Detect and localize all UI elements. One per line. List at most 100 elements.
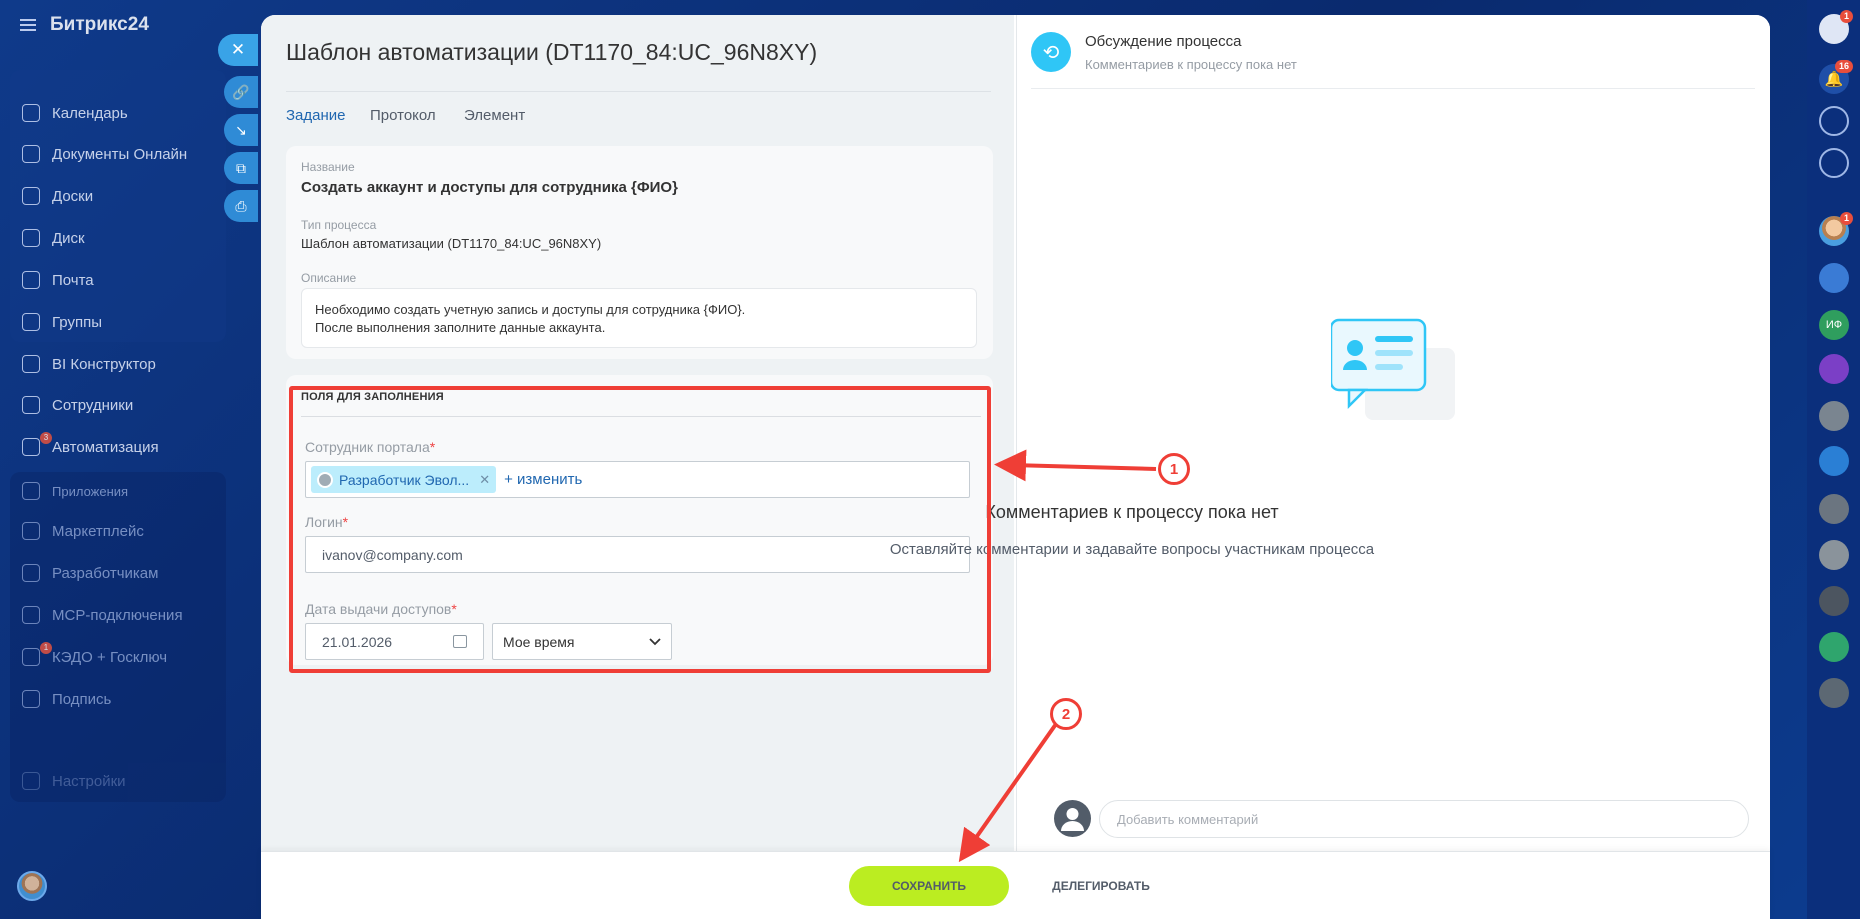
- open-new-window-button[interactable]: ⧉: [224, 152, 258, 184]
- comment-input[interactable]: Добавить комментарий: [1099, 800, 1749, 838]
- rail-chat[interactable]: [1819, 586, 1849, 616]
- nav-item-settings[interactable]: Настройки: [22, 772, 126, 790]
- nav-label: Маркетплейс: [52, 522, 144, 540]
- nav-label: Сотрудники: [52, 396, 134, 414]
- comment-placeholder: Добавить комментарий: [1117, 811, 1259, 827]
- nav-label: Почта: [52, 271, 94, 289]
- discussion-column: ⟲ Обсуждение процесса Комментариев к про…: [1016, 15, 1770, 851]
- nav-item-sign[interactable]: Подпись: [22, 690, 111, 708]
- nav-item-groups[interactable]: Группы: [22, 313, 102, 331]
- rail-button-1[interactable]: [1819, 106, 1849, 136]
- rail-avatar[interactable]: 1: [1819, 212, 1853, 246]
- nav-item-docs[interactable]: Документы Онлайн: [22, 145, 187, 163]
- task-info-card: Название Создать аккаунт и доступы для с…: [286, 146, 993, 359]
- disk-icon: [22, 229, 40, 247]
- close-slider-button[interactable]: ✕: [218, 34, 258, 66]
- save-button[interactable]: СОХРАНИТЬ: [849, 866, 1009, 906]
- apps-icon: [22, 482, 40, 500]
- marketplace-icon: [22, 522, 40, 540]
- nav-item-automation[interactable]: 3 Автоматизация: [22, 432, 159, 456]
- nav-label: Автоматизация: [52, 438, 159, 456]
- user-avatar[interactable]: [17, 871, 47, 901]
- external-link-icon: ⧉: [236, 159, 246, 176]
- print-button[interactable]: ⎙: [224, 190, 258, 222]
- highlight-box: [289, 386, 991, 673]
- board-icon: [22, 187, 40, 205]
- settings-icon: [22, 772, 40, 790]
- rail-chat[interactable]: [1819, 678, 1849, 708]
- commenter-avatar: [1054, 800, 1091, 837]
- discussion-subtitle: Комментариев к процессу пока нет: [1085, 57, 1297, 72]
- nav-item-developers[interactable]: Разработчикам: [22, 564, 158, 582]
- nav-item-employees[interactable]: Сотрудники: [22, 396, 133, 414]
- menu-icon[interactable]: [20, 19, 36, 31]
- tab-task[interactable]: Задание: [286, 107, 346, 124]
- rail-chat[interactable]: [1819, 401, 1849, 431]
- nav-item-calendar[interactable]: Календарь: [22, 104, 128, 122]
- groups-icon: [22, 313, 40, 331]
- description-line: После выполнения заполните данные аккаун…: [315, 320, 606, 335]
- nav-item-disk[interactable]: Диск: [22, 229, 85, 247]
- callout-1: 1: [1158, 453, 1190, 485]
- link-icon: 🔗: [232, 83, 250, 100]
- sign-icon: [22, 690, 40, 708]
- type-value: Шаблон автоматизации (DT1170_84:UC_96N8X…: [301, 236, 602, 251]
- copy-link-button[interactable]: 🔗: [224, 76, 258, 108]
- minimize-icon: ↘: [235, 121, 247, 138]
- tab-protocol[interactable]: Протокол: [370, 107, 436, 124]
- description-label: Описание: [301, 271, 357, 285]
- nav-item-bi[interactable]: BI Конструктор: [22, 355, 156, 373]
- rail-badge: 16: [1834, 60, 1853, 73]
- print-icon: ⎙: [235, 197, 247, 214]
- mail-icon: [22, 271, 40, 289]
- nav-label: Разработчикам: [52, 564, 159, 582]
- brand[interactable]: Битрикс24: [20, 14, 149, 36]
- nav-label: Группы: [52, 313, 102, 331]
- rail-chat[interactable]: [1819, 354, 1849, 384]
- nav-item-mcp[interactable]: MCP-подключения: [22, 606, 183, 624]
- nav-item-apps[interactable]: Приложения: [22, 482, 128, 500]
- nav-item-mail[interactable]: Почта: [22, 271, 94, 289]
- notifications-button[interactable]: 🔔 16: [1819, 60, 1853, 94]
- rail-chat[interactable]: [1819, 446, 1849, 476]
- name-label: Название: [301, 160, 355, 174]
- rail-chat[interactable]: [1819, 494, 1849, 524]
- rail-chat[interactable]: [1819, 263, 1849, 293]
- nav-label: КЭДО + Госключ: [52, 648, 168, 666]
- rail-chat[interactable]: [1819, 632, 1849, 662]
- minimize-button[interactable]: ↘: [224, 114, 258, 146]
- calendar-icon: [22, 104, 40, 122]
- nav-badge: 3: [40, 432, 52, 444]
- nav-label: Настройки: [52, 772, 126, 790]
- delegate-button[interactable]: ДЕЛЕГИРОВАТЬ: [1046, 866, 1156, 906]
- nav-item-kedo[interactable]: 1 КЭДО + Госключ: [22, 642, 168, 666]
- rail-button-2[interactable]: [1819, 148, 1849, 178]
- callout-2: 2: [1050, 698, 1082, 730]
- employees-icon: [22, 396, 40, 414]
- nav-label: Приложения: [52, 483, 129, 499]
- footer-bar: [261, 851, 1770, 919]
- comments-empty-icon: [1331, 318, 1455, 420]
- nav-label: Документы Онлайн: [52, 145, 188, 163]
- tab-element[interactable]: Элемент: [464, 107, 525, 124]
- nav-label: Подпись: [52, 690, 112, 708]
- nav-label: MCP-подключения: [52, 606, 183, 624]
- kedo-icon: [22, 648, 40, 666]
- rail-chat[interactable]: [1819, 540, 1849, 570]
- rail-badge: 1: [1839, 212, 1853, 225]
- rail-chat-if[interactable]: ИФ: [1819, 310, 1849, 340]
- nav-item-marketplace[interactable]: Маркетплейс: [22, 522, 144, 540]
- rail-profile[interactable]: 1: [1819, 10, 1853, 44]
- nav-badge: 1: [40, 642, 52, 654]
- discussion-title: Обсуждение процесса: [1085, 33, 1242, 50]
- mcp-icon: [22, 606, 40, 624]
- right-rail: 1 🔔 16 1 ИФ: [1807, 0, 1860, 919]
- nav-item-boards[interactable]: Доски: [22, 187, 93, 205]
- nav-label: Календарь: [52, 104, 128, 122]
- close-icon: ✕: [230, 40, 246, 59]
- rail-initials: ИФ: [1825, 319, 1843, 331]
- description-box: Необходимо создать учетную запись и дост…: [301, 288, 977, 348]
- nav-label: Диск: [52, 229, 85, 247]
- rail-badge: 1: [1839, 10, 1853, 23]
- user-icon: [1061, 808, 1084, 831]
